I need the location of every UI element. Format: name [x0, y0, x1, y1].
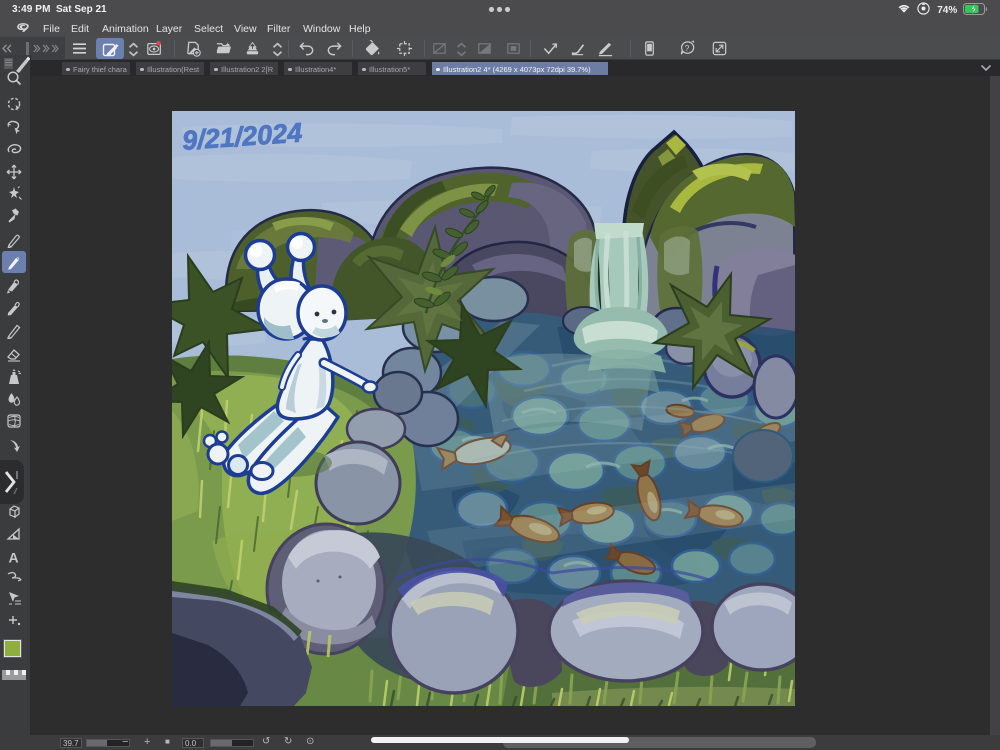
svg-text:A: A	[9, 550, 19, 566]
svg-text:?: ?	[685, 43, 690, 53]
